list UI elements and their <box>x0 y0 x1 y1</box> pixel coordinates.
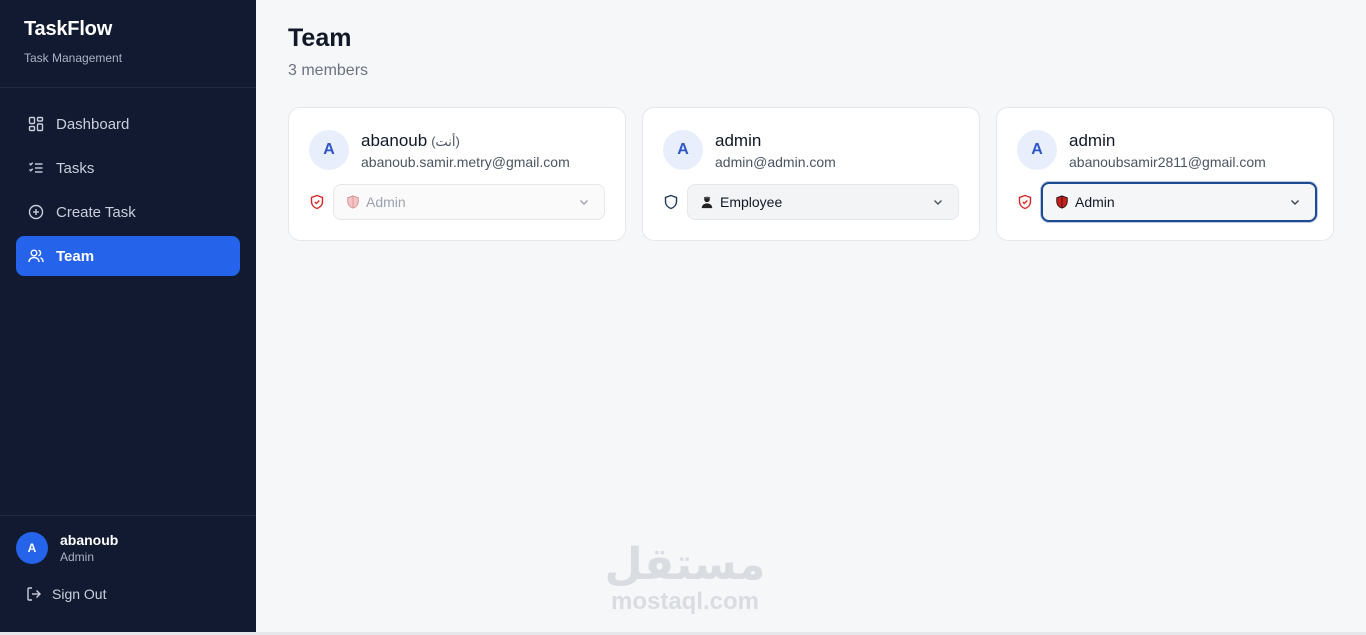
chevron-down-icon <box>1289 196 1301 208</box>
member-card: A abanoub (أنت) abanoub.samir.metry@gmail… <box>288 107 626 241</box>
you-tag: (أنت) <box>431 134 460 149</box>
role-select[interactable]: Employee <box>687 184 959 220</box>
sidebar-nav: Dashboard Tasks Create Task Team <box>0 88 256 276</box>
role-value: Admin <box>366 194 406 210</box>
member-email: admin@admin.com <box>715 154 836 170</box>
member-name: admin <box>1069 131 1116 150</box>
sidebar-item-tasks[interactable]: Tasks <box>16 148 240 188</box>
plus-circle-icon <box>28 204 44 220</box>
shield-icon <box>1055 195 1069 209</box>
user-role: Admin <box>60 550 95 564</box>
role-select[interactable]: Admin <box>1041 182 1317 222</box>
page-title: Team <box>288 24 352 52</box>
member-card: A admin abanoubsamir2811@gmail.com Admin <box>996 107 1334 241</box>
shield-icon <box>346 195 360 209</box>
sidebar: TaskFlow Task Management Dashboard Tasks… <box>0 0 256 635</box>
sidebar-item-label: Dashboard <box>56 115 130 133</box>
avatar: A <box>309 130 349 170</box>
avatar: A <box>663 130 703 170</box>
app-subtitle: Task Management <box>24 51 123 65</box>
member-name: abanoub <box>361 131 428 150</box>
role-value: Employee <box>720 194 783 210</box>
sidebar-footer: A abanoub Admin Sign Out <box>0 515 256 635</box>
watermark-arabic: مستقل <box>604 539 766 590</box>
role-value: Admin <box>1075 194 1115 210</box>
main-content: Team 3 members A abanoub (أنت) abanoub.sa… <box>256 0 1366 635</box>
member-email: abanoub.samir.metry@gmail.com <box>361 154 570 170</box>
sidebar-item-label: Create Task <box>56 203 136 221</box>
sign-out-label: Sign Out <box>52 586 107 602</box>
sidebar-item-team[interactable]: Team <box>16 236 240 276</box>
member-card: A admin admin@admin.com Employee <box>642 107 980 241</box>
chevron-down-icon <box>932 196 944 208</box>
chevron-down-icon <box>578 196 590 208</box>
sidebar-item-label: Tasks <box>56 159 95 177</box>
avatar: A <box>1017 130 1057 170</box>
member-email: abanoubsamir2811@gmail.com <box>1069 154 1266 170</box>
member-name: admin <box>715 131 762 150</box>
dashboard-icon <box>28 116 44 132</box>
shield-icon <box>1017 194 1033 210</box>
sidebar-item-create-task[interactable]: Create Task <box>16 192 240 232</box>
sidebar-item-label: Team <box>56 247 95 265</box>
watermark: مستقل mostaql.com <box>600 540 770 614</box>
users-icon <box>28 248 44 264</box>
employee-icon <box>700 195 714 209</box>
current-user: A abanoub Admin <box>16 532 240 564</box>
user-name: abanoub <box>60 532 119 548</box>
brand: TaskFlow Task Management <box>0 0 256 88</box>
shield-icon <box>309 194 325 210</box>
role-select: Admin <box>333 184 605 220</box>
sign-out-button[interactable]: Sign Out <box>16 586 240 602</box>
sidebar-item-dashboard[interactable]: Dashboard <box>16 104 240 144</box>
logout-icon <box>26 586 42 602</box>
member-count: 3 members <box>288 62 369 79</box>
watermark-latin: mostaql.com <box>610 588 760 615</box>
app-title: TaskFlow <box>24 18 113 40</box>
shield-icon <box>663 194 679 210</box>
avatar: A <box>16 532 48 564</box>
list-icon <box>28 160 44 176</box>
